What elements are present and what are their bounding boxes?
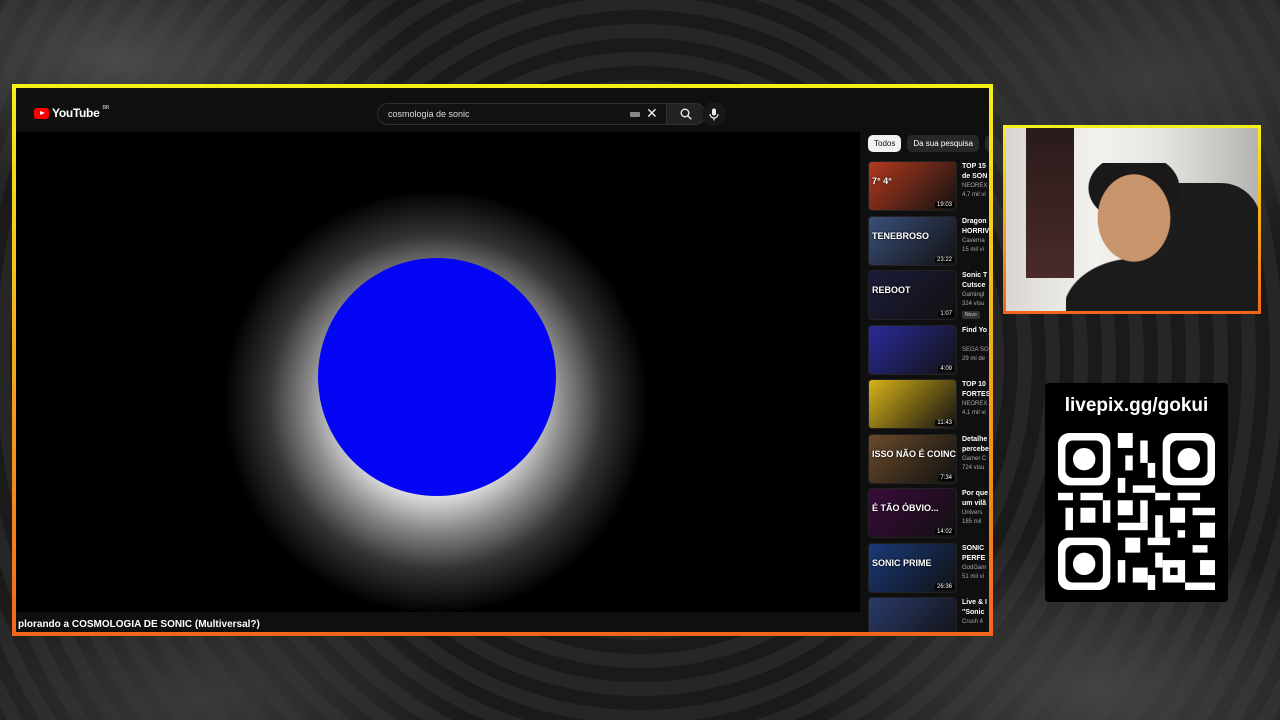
video-thumbnail[interactable]: 11:43 [868, 379, 957, 429]
related-video-item[interactable]: É TÃO ÓBVIO... 14:02 Por que um vilã Univers… [868, 488, 989, 543]
video-title: plorando a COSMOLOGIA DE SONIC (Multiver… [18, 619, 260, 630]
keyboard-icon[interactable] [630, 112, 640, 117]
related-video-title-line2[interactable]: de SON [962, 171, 987, 182]
youtube-logo-text: YouTube [52, 106, 100, 120]
view-count: 15 mil vi [962, 246, 985, 253]
related-video-item[interactable]: SONIC PRIME 26:36 SONIC PERFE GodGam 51 mil v… [868, 542, 989, 598]
video-thumbnail[interactable] [868, 597, 957, 632]
blue-orb [318, 258, 556, 496]
video-thumbnail[interactable]: SONIC PRIME 26:36 [868, 542, 957, 593]
video-duration: 11:43 [935, 420, 954, 426]
view-count: 185 mil [962, 519, 982, 525]
video-duration: 26:36 [934, 583, 954, 590]
video-duration: 7:34 [938, 474, 954, 481]
webcam-feed [1003, 125, 1261, 314]
related-video-title-line2[interactable]: "Sonic [962, 607, 984, 618]
channel-name[interactable]: Crush 4 [962, 619, 983, 625]
related-video-item[interactable]: 4:09 Find Yo SEGA SO 29 mi de [868, 324, 989, 380]
related-video-item[interactable]: 7° 4° 19:03 TOP 15 de SON NEOREX 4,7 mil vi [868, 161, 989, 216]
video-player[interactable] [16, 132, 860, 612]
browser-frame: YouTube BR cosmologia de sonic ✕ plorand… [12, 84, 993, 636]
youtube-page: YouTube BR cosmologia de sonic ✕ plorand… [16, 88, 989, 632]
related-videos-list: 7° 4° 19:03 TOP 15 de SON NEOREX 4,7 mil vi TE… [868, 161, 989, 632]
clear-search-icon[interactable]: ✕ [646, 105, 658, 122]
channel-name[interactable]: Gamer C [962, 456, 986, 462]
microphone-icon [709, 108, 719, 120]
donation-panel: livepix.gg/gokui [1045, 383, 1228, 602]
related-video-item[interactable]: 11:43 TOP 10 FORTES NEOREX 4,1 mil vi [868, 379, 989, 434]
related-video-title-line2[interactable]: Cutsce [962, 280, 985, 291]
view-count: 29 mi de [962, 355, 986, 362]
video-thumbnail[interactable]: TENEBROSO 23:22 [868, 215, 957, 266]
view-count: 4,7 mil vi [962, 192, 986, 198]
chip-da-sua-pesquisa[interactable]: Da sua pesquisa [907, 135, 979, 152]
youtube-play-icon [34, 107, 49, 119]
streamer [1066, 163, 1206, 311]
view-count: 324 visu [962, 301, 985, 307]
chip-more[interactable]: I [984, 135, 989, 152]
channel-name[interactable]: SEGA SO [962, 347, 989, 353]
channel-name[interactable]: NEOREX [962, 401, 987, 407]
video-duration: 1:07 [938, 311, 954, 317]
channel-name[interactable]: Gamingl [962, 292, 984, 298]
filter-chips: Todos Da sua pesquisa I [868, 135, 989, 152]
video-duration: 4:09 [938, 365, 954, 372]
channel-name[interactable]: Caverna [962, 238, 985, 244]
channel-name[interactable]: GodGam [962, 565, 986, 571]
thumbnail-text: TENEBROSO [872, 230, 930, 241]
thumbnail-text: 7° 4° [872, 176, 892, 186]
region-code: BR [102, 105, 110, 111]
chip-todos[interactable]: Todos [868, 135, 902, 152]
voice-search-button[interactable] [702, 102, 726, 126]
related-video-title-line2[interactable]: um vilã [962, 498, 986, 509]
search-input[interactable]: cosmologia de sonic [377, 103, 670, 125]
new-badge: Novo [962, 311, 980, 319]
related-video-title-line2[interactable]: FORTES [962, 389, 989, 400]
thumbnail-text: É TÃO ÓBVIO... [872, 503, 939, 513]
thumbnail-text: REBOOT [872, 285, 911, 295]
related-video-title-line2[interactable]: PERFE [962, 553, 985, 564]
channel-name[interactable]: NEOREX [962, 183, 987, 189]
related-video-item[interactable]: TENEBROSO 23:22 Dragon HORRIV Caverna 15 mil … [868, 215, 989, 271]
video-duration: 19:03 [934, 202, 954, 208]
view-count: 4,1 mil vi [962, 410, 986, 416]
video-thumbnail[interactable]: É TÃO ÓBVIO... 14:02 [868, 488, 957, 538]
youtube-header: YouTube BR cosmologia de sonic ✕ [16, 88, 989, 132]
related-video-title-line2[interactable]: percebe [962, 444, 989, 455]
video-thumbnail[interactable]: 7° 4° 19:03 [868, 161, 957, 211]
video-thumbnail[interactable]: REBOOT 1:07 [868, 270, 957, 320]
view-count: 724 visu [962, 464, 985, 471]
thumbnail-text: SONIC PRIME [872, 557, 932, 568]
video-thumbnail[interactable]: 4:09 [868, 324, 957, 375]
search-icon [680, 108, 692, 120]
donation-link[interactable]: livepix.gg/gokui [1045, 395, 1228, 417]
video-duration: 14:02 [934, 529, 954, 535]
related-video-item[interactable]: REBOOT 1:07 Sonic T Cutsce Gamingl 324 visu No… [868, 270, 989, 325]
youtube-logo[interactable]: YouTube BR [34, 105, 110, 120]
channel-name[interactable]: Univers [962, 510, 982, 516]
video-duration: 23:22 [934, 256, 954, 263]
related-video-title-line2[interactable]: HORRIV [962, 226, 989, 237]
related-video-item[interactable]: Live & I "Sonic Crush 4 [868, 597, 989, 632]
qr-code[interactable] [1058, 433, 1215, 590]
view-count: 51 mil vi [962, 573, 985, 580]
related-video-item[interactable]: ISSO NÃO É COINCIDÊ7:34DetalhepercebeGam… [868, 433, 989, 489]
thumbnail-text: ISSO NÃO É COINCIDÊ [872, 448, 957, 459]
video-thumbnail[interactable]: ISSO NÃO É COINCIDÊ 7:34 [868, 433, 957, 484]
related-video-title[interactable]: Find Yo [962, 325, 987, 336]
search-button[interactable] [666, 103, 706, 125]
